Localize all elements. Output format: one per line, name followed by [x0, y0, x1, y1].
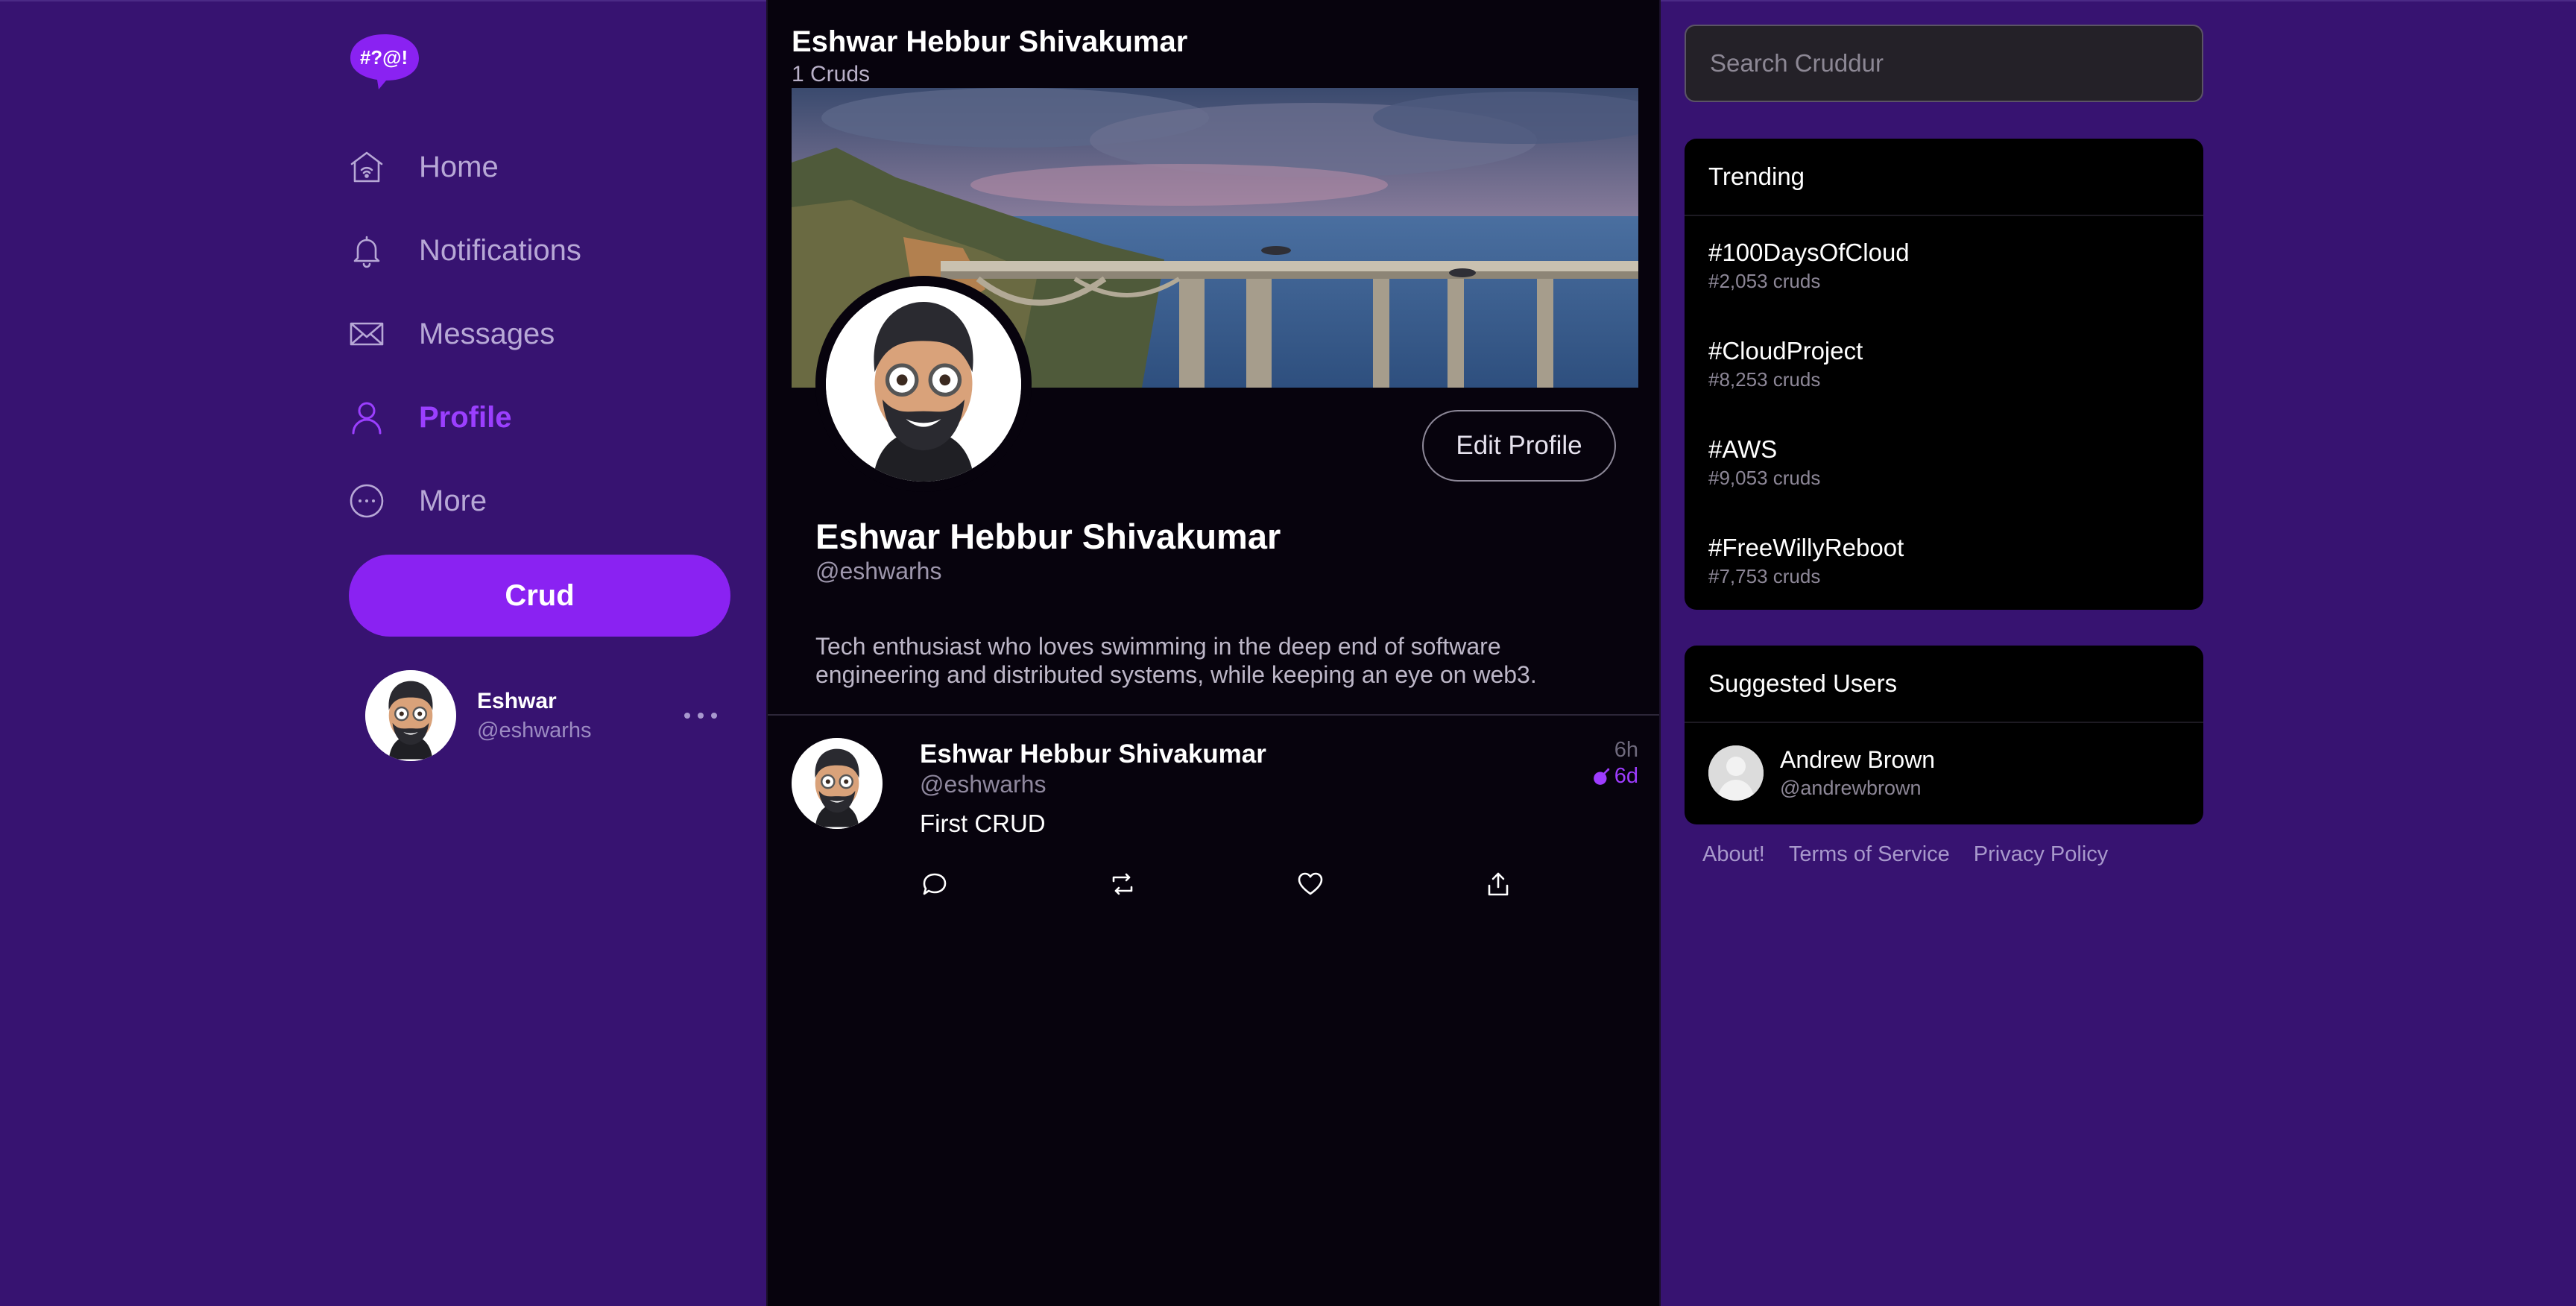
nav-label-more: More — [419, 484, 487, 517]
nav-item-profile[interactable]: Profile — [349, 376, 730, 459]
crud-button[interactable]: Crud — [349, 555, 730, 637]
profile-handle: @eshwarhs — [815, 558, 942, 584]
post-actions — [920, 869, 1546, 899]
envelope-icon — [349, 316, 385, 352]
nav-label-profile: Profile — [419, 400, 512, 434]
divider — [768, 714, 1659, 716]
current-user-name: Eshwar — [477, 688, 557, 713]
profile-bio: Tech enthusiast who loves swimming in th… — [815, 633, 1537, 688]
ellipsis-icon[interactable] — [684, 708, 717, 723]
share-icon[interactable] — [1483, 869, 1513, 899]
trending-count: #7,753 cruds — [1708, 564, 1821, 587]
crud-count: 1 Cruds — [792, 62, 871, 86]
trending-item[interactable]: #CloudProject #8,253 cruds — [1685, 315, 2203, 413]
trending-tag: #CloudProject — [1708, 336, 1863, 365]
trending-tag: #FreeWillyReboot — [1708, 533, 1904, 561]
footer-link-terms[interactable]: Terms of Service — [1789, 842, 1950, 867]
footer-links: About! Terms of Service Privacy Policy — [1702, 842, 2132, 867]
logo-text: #?@! — [360, 46, 408, 69]
trending-title: Trending — [1685, 139, 2203, 216]
bomb-icon — [1593, 768, 1610, 785]
post-author-handle[interactable]: @eshwarhs — [920, 771, 1046, 798]
trending-item[interactable]: #FreeWillyReboot #7,753 cruds — [1685, 511, 2203, 610]
post-author-avatar[interactable] — [792, 738, 883, 829]
current-user-handle: @eshwarhs — [477, 718, 592, 742]
sidebar: #?@! Home Notifications Messages Profile… — [349, 0, 730, 1306]
suggested-user[interactable]: Andrew Brown @andrewbrown — [1685, 723, 2203, 823]
current-user-card[interactable]: Eshwar @eshwarhs — [365, 668, 730, 763]
footer-link-about[interactable]: About! — [1702, 842, 1765, 867]
reply-icon[interactable] — [920, 869, 950, 899]
edit-profile-button[interactable]: Edit Profile — [1422, 410, 1616, 482]
trending-tag: #AWS — [1708, 435, 1778, 463]
more-circle-icon — [349, 483, 385, 519]
repost-icon[interactable] — [1108, 869, 1137, 899]
footer-link-privacy[interactable]: Privacy Policy — [1974, 842, 2109, 867]
trending-panel: Trending #100DaysOfCloud #2,053 cruds #C… — [1685, 139, 2203, 610]
trending-tag: #100DaysOfCloud — [1708, 238, 1910, 266]
crud-post[interactable]: Eshwar Hebbur Shivakumar @eshwarhs First… — [792, 738, 1638, 902]
profile-header: Eshwar Hebbur Shivakumar 1 Cruds — [792, 25, 1187, 87]
post-created-ago: 6h — [1614, 738, 1638, 762]
suggested-user-name: Andrew Brown — [1780, 746, 1936, 773]
current-user-names: Eshwar @eshwarhs — [477, 689, 684, 743]
profile-header-title: Eshwar Hebbur Shivakumar — [792, 25, 1188, 58]
suggested-users-title: Suggested Users — [1685, 646, 2203, 723]
nav-label-home: Home — [419, 150, 499, 183]
trending-count: #8,253 cruds — [1708, 367, 1821, 391]
post-expires: 6d — [1592, 764, 1638, 789]
nav-item-notifications[interactable]: Notifications — [349, 209, 730, 292]
trending-item[interactable]: #100DaysOfCloud #2,053 cruds — [1685, 216, 2203, 315]
current-user-avatar — [365, 670, 456, 761]
post-message: First CRUD — [920, 810, 1046, 837]
suggested-user-handle: @andrewbrown — [1780, 777, 1922, 799]
profile-column: Eshwar Hebbur Shivakumar 1 Cruds Edit Pr… — [766, 0, 1661, 1306]
suggested-users-panel: Suggested Users Andrew Brown @andrewbrow… — [1685, 646, 2203, 824]
profile-avatar[interactable] — [826, 286, 1021, 482]
post-expires-label: 6d — [1614, 764, 1638, 788]
like-heart-icon[interactable] — [1295, 869, 1325, 899]
suggested-user-names: Andrew Brown @andrewbrown — [1780, 746, 1935, 800]
trending-count: #9,053 cruds — [1708, 466, 1821, 489]
trending-count: #2,053 cruds — [1708, 269, 1821, 292]
nav-label-notifications: Notifications — [419, 233, 581, 267]
post-author-name[interactable]: Eshwar Hebbur Shivakumar — [920, 739, 1266, 769]
suggested-user-avatar — [1708, 745, 1764, 801]
home-icon — [349, 149, 385, 185]
post-time: 6h 6d — [1592, 738, 1638, 789]
nav-item-home[interactable]: Home — [349, 125, 730, 209]
nav-label-messages: Messages — [419, 317, 555, 350]
profile-avatar-frame — [815, 276, 1032, 492]
cruddur-logo[interactable]: #?@! — [349, 31, 420, 91]
nav-item-messages[interactable]: Messages — [349, 292, 730, 376]
profile-display-name: Eshwar Hebbur Shivakumar — [815, 517, 1281, 556]
search-input[interactable] — [1685, 25, 2203, 102]
bell-icon — [349, 233, 385, 268]
nav-item-more[interactable]: More — [349, 459, 730, 543]
person-icon — [349, 400, 385, 435]
trending-item[interactable]: #AWS #9,053 cruds — [1685, 413, 2203, 511]
main-nav: Home Notifications Messages Profile More — [349, 125, 730, 543]
